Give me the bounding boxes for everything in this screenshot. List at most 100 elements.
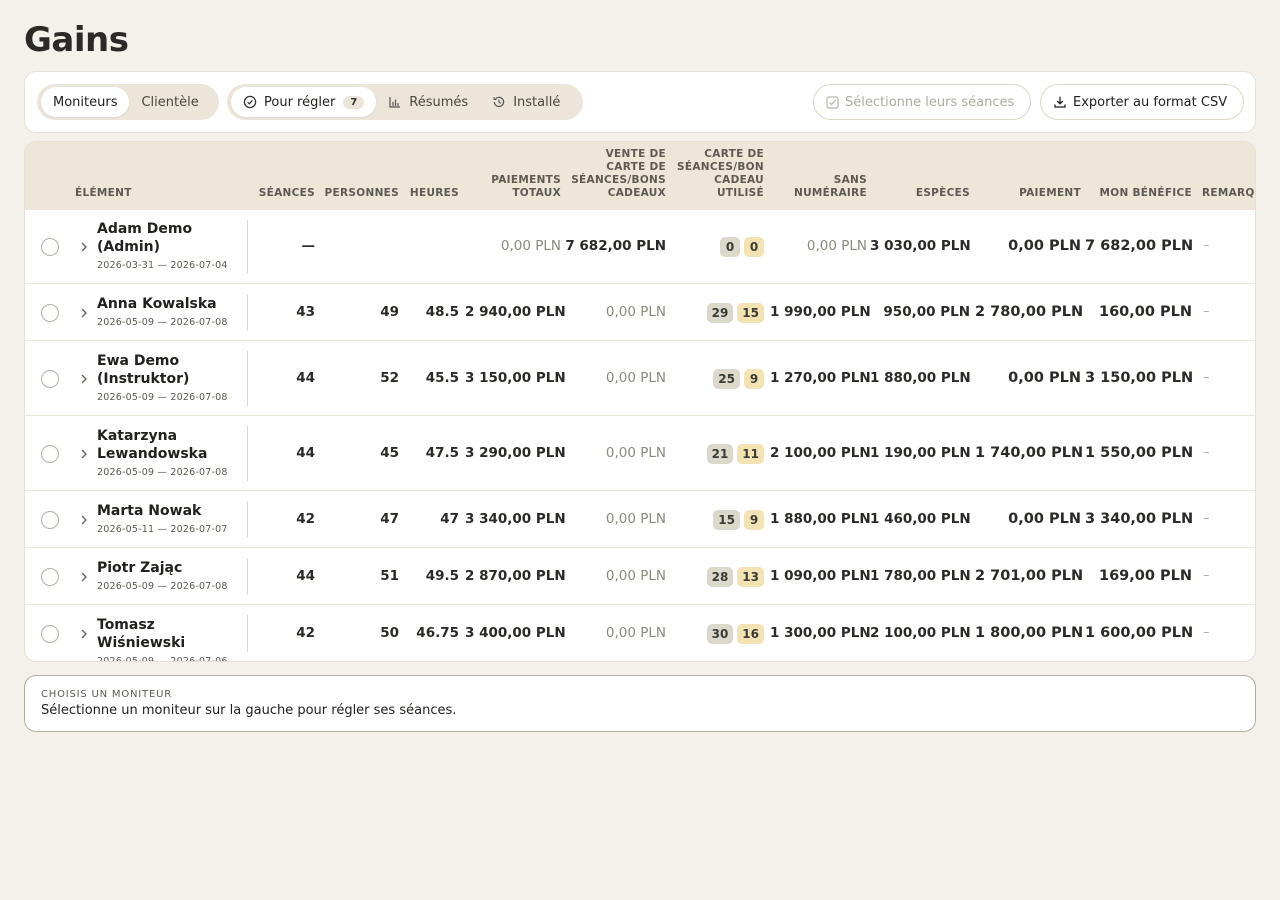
used-card-count: 28 [706,566,734,587]
tab-resumes[interactable]: Résumés [376,87,480,117]
table-row[interactable]: Anna Kowalska 2026-05-09 — 2026-07-08 43 49… [25,284,1255,341]
chevron-right-icon[interactable] [79,571,89,583]
instructor-cell: Katarzyna Lewandowska 2026-05-09 — 2026-0… [97,427,247,478]
table-row[interactable]: Marta Nowak 2026-05-11 — 2026-07-07 42 47 47… [25,491,1255,548]
tab-moniteurs[interactable]: Moniteurs [41,87,130,117]
row-select-radio[interactable] [41,369,59,388]
instructor-cell: Adam Demo (Admin) 2026-03-31 — 2026-07-04 [97,220,247,271]
cell-carte-utilise: 30 16 [665,623,764,644]
header-remarque[interactable]: REMARQ [1202,187,1255,200]
header-element[interactable]: ÉLÉMENT [75,187,132,200]
history-icon [492,95,506,109]
table-row[interactable]: Tomasz Wiśniewski 2026-05-09 — 2026-07-06… [25,605,1255,662]
chevron-right-icon[interactable] [79,373,89,385]
header-paiements-totaux[interactable]: PAIEMENTS TOTAUX [471,174,561,200]
date-range: 2026-05-09 — 2026-07-08 [97,466,228,478]
instructor-cell: Ewa Demo (Instruktor) 2026-05-09 — 2026-0… [97,352,247,403]
chevron-right-icon[interactable] [79,241,89,253]
instructor-name[interactable]: Ewa Demo (Instruktor) [97,352,247,388]
instructor-name[interactable]: Marta Nowak [97,502,247,520]
cell-heures: 47 [440,510,459,527]
header-paiement[interactable]: PAIEMENT [985,187,1081,200]
instructor-cell: Piotr Zając 2026-05-09 — 2026-07-08 [97,559,247,592]
used-voucher-count: 16 [737,623,764,644]
tab-pour-regler[interactable]: Pour régler 7 [231,87,377,117]
cell-paiements-totaux: 3 340,00 PLN [465,510,566,527]
header-especes[interactable]: ESPÈCES [875,187,970,200]
chevron-right-icon[interactable] [79,307,89,319]
chevron-right-icon[interactable] [79,514,89,526]
date-range: 2026-05-09 — 2026-07-08 [97,580,228,592]
export-csv-button[interactable]: Exporter au format CSV [1040,84,1244,120]
cell-remarque: – [1203,238,1210,253]
used-card-count: 29 [706,302,734,323]
cell-seances: 44 [296,567,315,584]
header-vente-carte[interactable]: VENTE DE CARTE DE SÉANCES/BONS CADEAUX [566,148,666,200]
date-range: 2026-03-31 — 2026-07-04 [97,260,228,271]
cell-seances: 42 [296,624,315,641]
tab-label: Installé [513,94,561,110]
instructor-name[interactable]: Adam Demo (Admin) [97,220,247,256]
cell-seances: 43 [296,303,315,320]
tab-installe[interactable]: Installé [480,87,572,117]
chevron-right-icon[interactable] [79,628,89,640]
cell-especes: 950,00 PLN [883,303,970,320]
instructor-name[interactable]: Katarzyna Lewandowska [97,427,247,463]
cell-vente-carte: 0,00 PLN [605,303,666,320]
table-row[interactable]: Adam Demo (Admin) 2026-03-31 — 2026-07-04… [25,210,1255,284]
row-select-radio[interactable] [41,567,59,586]
tab-label: Moniteurs [53,94,118,110]
header-heures[interactable]: HEURES [399,187,459,200]
cell-sans-numeraire: 0,00 PLN [806,238,867,254]
instructor-name[interactable]: Tomasz Wiśniewski [97,616,247,652]
choose-instructor-panel: CHOISIS UN MONITEUR Sélectionne un monit… [24,675,1256,732]
table-row[interactable]: Ewa Demo (Instruktor) 2026-05-09 — 2026-0… [25,341,1255,416]
cell-mon-benefice: 3 340,00 PLN [1085,510,1194,527]
select-sessions-button[interactable]: Sélectionne leurs séances [813,84,1031,120]
instructor-cell: Tomasz Wiśniewski 2026-05-09 — 2026-07-06 [97,616,247,662]
instructor-name[interactable]: Anna Kowalska [97,295,247,313]
status-switcher: Pour régler 7 Résumés Installé [227,84,583,120]
cell-carte-utilise: 21 11 [665,443,764,464]
date-range: 2026-05-11 — 2026-07-07 [97,523,228,535]
cell-heures: 48.5 [425,303,459,320]
header-carte-utilise[interactable]: CARTE DE SÉANCES/BON CADEAU UTILISÉ [670,148,764,200]
cell-mon-benefice: 7 682,00 PLN [1085,238,1194,254]
date-range: 2026-05-09 — 2026-07-08 [97,391,228,403]
header-mon-benefice[interactable]: MON BÉNÉFICE [1091,187,1192,200]
instructor-name[interactable]: Piotr Zając [97,559,247,577]
row-select-radio[interactable] [41,510,59,529]
date-range: 2026-05-09 — 2026-07-06 [97,655,228,662]
cell-especes: 2 100,00 PLN [870,624,971,641]
page-title: Gains [24,20,129,60]
cell-carte-utilise: 28 13 [665,566,764,587]
cell-vente-carte: 7 682,00 PLN [565,238,666,254]
used-card-count: 0 [720,237,740,257]
cell-heures: 45.5 [425,369,459,386]
panel-text: Sélectionne un moniteur sur la gauche po… [41,703,457,718]
used-voucher-count: 13 [737,566,764,587]
tab-clientele[interactable]: Clientèle [129,87,210,117]
header-seances[interactable]: SÉANCES [247,187,315,200]
cell-personnes: 47 [380,510,399,527]
table-row[interactable]: Piotr Zając 2026-05-09 — 2026-07-08 44 51 49… [25,548,1255,605]
cell-especes: 1 190,00 PLN [870,444,971,461]
cell-seances: 44 [296,444,315,461]
chevron-right-icon[interactable] [79,448,89,460]
cell-paiement: 1 800,00 PLN [975,624,1084,641]
table-row[interactable]: Katarzyna Lewandowska 2026-05-09 — 2026-0… [25,416,1255,491]
date-range: 2026-05-09 — 2026-07-08 [97,316,228,328]
tab-label: Résumés [409,94,469,110]
instructor-cell: Marta Nowak 2026-05-11 — 2026-07-07 [97,502,247,535]
row-select-radio[interactable] [41,444,59,463]
cell-vente-carte: 0,00 PLN [605,567,666,584]
header-sans-numeraire[interactable]: SANS NUMÉRAIRE [777,174,867,200]
used-voucher-count: 9 [744,368,764,389]
row-select-radio[interactable] [41,624,59,643]
row-select-radio[interactable] [41,238,59,256]
header-personnes[interactable]: PERSONNES [315,187,399,200]
cell-paiements-totaux: 0,00 PLN [500,238,561,254]
row-select-radio[interactable] [41,303,59,322]
view-switcher: Moniteurs Clientèle [37,84,219,120]
cell-seances: 42 [296,510,315,527]
